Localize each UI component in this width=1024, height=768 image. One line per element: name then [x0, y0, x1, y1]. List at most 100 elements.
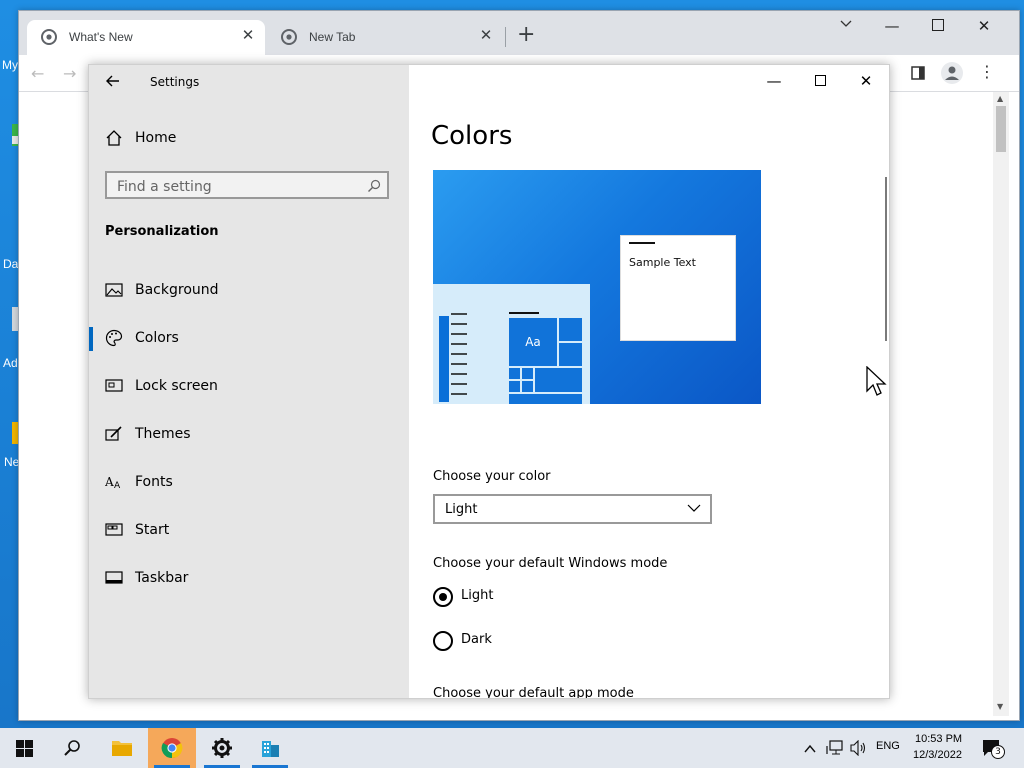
app-mode-label: Choose your default app mode	[433, 686, 634, 699]
settings-window: Settings Home Personalization Background…	[88, 64, 890, 699]
sidebar-item-colors[interactable]: Colors	[89, 317, 409, 361]
preview-tile	[509, 368, 520, 379]
preview-tile	[559, 343, 582, 366]
radio-label: Light	[461, 588, 494, 603]
new-tab-button[interactable]: +	[517, 22, 537, 47]
sidebar-item-start[interactable]: Start	[89, 509, 409, 553]
profile-avatar[interactable]	[941, 62, 963, 84]
folder-icon[interactable]	[0, 420, 18, 446]
sidebar-item-fonts[interactable]: AA Fonts	[89, 461, 409, 505]
scroll-down-icon[interactable]: ▼	[997, 702, 1003, 711]
start-icon	[105, 521, 123, 539]
menu-kebab-icon[interactable]: ⋮	[979, 63, 995, 83]
themes-icon	[105, 425, 123, 443]
preview-sample-text: Sample Text	[629, 256, 696, 269]
radio-label: Dark	[461, 632, 492, 647]
choose-color-label: Choose your color	[433, 469, 551, 484]
image-icon	[105, 281, 123, 299]
choose-color-dropdown[interactable]: Light	[433, 494, 712, 524]
desktop-icon-label[interactable]: My	[2, 58, 18, 72]
minimize-button[interactable]: —	[751, 65, 797, 97]
tray-chevron-up-icon[interactable]	[803, 741, 817, 755]
preview-tile	[509, 381, 520, 392]
desktop-icon-label[interactable]: Da	[3, 257, 18, 271]
sidebar-item-lock-screen[interactable]: Lock screen	[89, 365, 409, 409]
desktop-icon[interactable]	[0, 305, 18, 347]
radio-indicator[interactable]	[433, 587, 453, 607]
scroll-thumb[interactable]	[996, 106, 1006, 152]
sidebar-item-label: Colors	[135, 330, 179, 346]
svg-text:A: A	[105, 475, 114, 489]
sidebar-item-background[interactable]: Background	[89, 269, 409, 313]
notification-icon[interactable]: 3	[982, 739, 1005, 759]
sidebar-item-taskbar[interactable]: Taskbar	[89, 557, 409, 601]
forward-arrow-icon[interactable]: →	[63, 64, 81, 83]
maximize-button[interactable]	[797, 65, 843, 97]
tab-strip: What's New ✕ New Tab ✕ + — ✕	[19, 11, 1019, 55]
window-title: Settings	[150, 75, 200, 89]
search-input-box[interactable]	[105, 171, 389, 199]
palette-icon	[105, 329, 123, 347]
preview-tile-header	[509, 312, 539, 314]
scroll-up-icon[interactable]: ▲	[997, 94, 1003, 103]
preview-sample-window: Sample Text	[620, 235, 736, 341]
language-indicator[interactable]: ENG	[876, 740, 900, 752]
sidebar-item-home[interactable]: Home	[89, 117, 409, 161]
chevron-down-icon	[686, 500, 702, 516]
settings-content: — ✕ Colors Aa Sample Text Choose your co…	[409, 65, 889, 698]
taskbar-chrome[interactable]	[148, 728, 196, 768]
network-icon[interactable]	[826, 740, 844, 756]
back-arrow-icon[interactable]: ←	[31, 64, 49, 83]
tab-new-tab[interactable]: New Tab ✕	[267, 20, 503, 55]
preview-tile	[522, 368, 533, 379]
close-button[interactable]: ✕	[843, 65, 889, 97]
search-icon	[64, 740, 80, 756]
chrome-icon	[161, 738, 183, 759]
back-arrow-icon[interactable]	[105, 73, 125, 91]
clock-date[interactable]: 12/3/2022	[913, 749, 962, 761]
settings-sidebar: Settings Home Personalization Background…	[89, 65, 409, 698]
preview-tile	[522, 381, 533, 392]
sidebar-item-label: Home	[135, 130, 177, 146]
taskbar-file-explorer[interactable]	[98, 728, 146, 768]
taskbar-app[interactable]	[246, 728, 294, 768]
radio-windows-mode-dark[interactable]: Dark	[433, 629, 633, 653]
folder-icon	[112, 741, 132, 756]
radio-indicator[interactable]	[433, 631, 453, 651]
home-icon	[105, 129, 123, 147]
mouse-cursor-icon	[866, 365, 888, 398]
sidebar-item-label: Start	[135, 522, 170, 538]
sidebar-item-label: Themes	[135, 426, 191, 442]
search-button[interactable]	[48, 728, 96, 768]
windows-mode-label: Choose your default Windows mode	[433, 556, 668, 571]
minimize-button[interactable]: —	[869, 11, 915, 41]
desktop-icon-label[interactable]: Ad	[3, 356, 18, 370]
tab-whats-new[interactable]: What's New ✕	[27, 20, 265, 55]
windows-logo-icon	[16, 740, 33, 757]
tab-search-icon[interactable]	[823, 11, 869, 41]
side-panel-icon[interactable]	[911, 65, 927, 81]
preview-start-strip	[439, 316, 449, 402]
tab-label: New Tab	[309, 30, 356, 44]
fonts-icon: AA	[104, 473, 123, 491]
content-scrollbar[interactable]	[885, 177, 887, 341]
svg-text:A: A	[114, 481, 121, 491]
sidebar-item-themes[interactable]: Themes	[89, 413, 409, 457]
search-icon[interactable]	[367, 178, 381, 192]
start-button[interactable]	[0, 728, 48, 768]
search-input[interactable]	[115, 177, 359, 197]
close-icon[interactable]: ✕	[477, 27, 495, 45]
clock-time[interactable]: 10:53 PM	[915, 733, 962, 745]
close-icon[interactable]: ✕	[239, 27, 257, 45]
close-button[interactable]: ✕	[961, 11, 1007, 41]
desktop-icon[interactable]	[0, 122, 18, 148]
radio-windows-mode-light[interactable]: Light	[433, 585, 633, 609]
sidebar-item-label: Background	[135, 282, 219, 298]
taskbar-settings[interactable]	[198, 728, 246, 768]
gear-icon	[212, 738, 232, 758]
maximize-button[interactable]	[915, 11, 961, 41]
page-scrollbar[interactable]: ▲ ▼	[993, 92, 1009, 716]
volume-icon[interactable]	[850, 739, 868, 757]
chrome-icon	[41, 29, 57, 45]
preview-sample-line	[629, 242, 655, 244]
